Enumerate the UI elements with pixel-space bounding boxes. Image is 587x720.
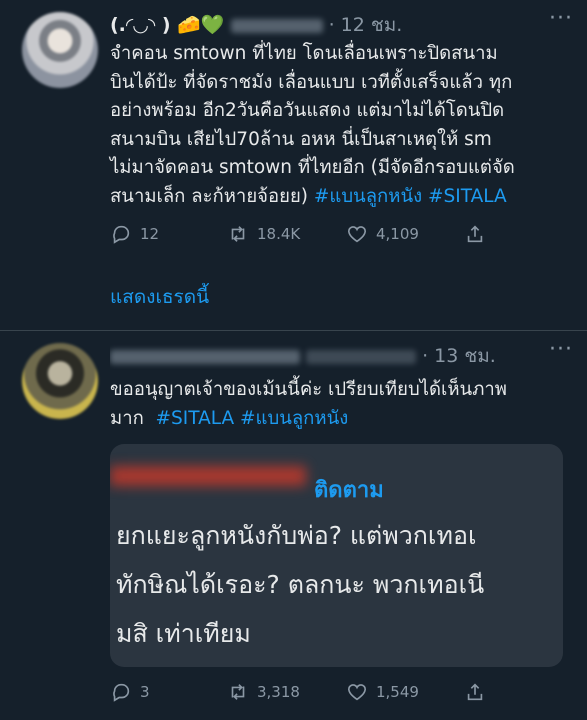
tweet-header: (.◜◡◝ ) 🧀💚 · 12 ชม. <box>110 10 547 38</box>
timestamp[interactable]: · 12 ชม. <box>329 14 403 36</box>
like-button[interactable]: 1,549 <box>346 681 419 703</box>
redacted-region <box>110 466 306 486</box>
share-icon <box>467 683 483 701</box>
blurred-display-name[interactable] <box>110 349 300 364</box>
blurred-handle <box>230 18 323 33</box>
hashtag-links[interactable]: #SITALA #แบนลูกหนัง <box>156 408 349 429</box>
tweet-text-body: จำคอน smtown ที่ไทย โดนเลื่อนเพราะปิดสนา… <box>110 43 515 207</box>
retweet-icon <box>231 226 245 242</box>
tweet-header: · 13 ชม. <box>110 341 547 369</box>
timestamp[interactable]: · 13 ชม. <box>422 345 496 367</box>
more-options-icon[interactable]: ··· <box>549 6 573 31</box>
image-text-line: ยกแยะลูกหนังกับพ่อ? แต่พวกเทอเ <box>116 521 477 550</box>
retweet-count: 18.4K <box>257 225 301 243</box>
display-name[interactable]: (.◜◡◝ ) 🧀💚 <box>110 14 224 36</box>
attached-image[interactable]: ติดตาม ยกแยะลูกหนังกับพ่อ? แต่พวกเทอเ ทั… <box>110 444 563 667</box>
hashtag-links[interactable]: #แบนลูกหนัง #SITALA <box>314 186 507 207</box>
reply-count: 3 <box>140 683 150 701</box>
retweet-count: 3,318 <box>257 683 300 701</box>
reply-button[interactable]: 3 <box>110 681 150 703</box>
reply-button[interactable]: 12 <box>110 223 159 245</box>
follow-label: ติดตาม <box>314 478 384 503</box>
tweet-actions: 3 3,318 1,549 <box>110 681 570 711</box>
share-button[interactable] <box>464 681 486 703</box>
more-options-icon[interactable]: ··· <box>549 337 573 362</box>
tweet-actions: 12 18.4K 4,109 <box>110 223 570 253</box>
retweet-icon <box>231 684 245 700</box>
image-text-line: ทักษิณได้เรอะ? ตลกนะ พวกเทอเนี <box>116 570 485 599</box>
avatar[interactable] <box>22 343 98 419</box>
share-icon <box>467 225 483 243</box>
reply-icon <box>113 225 130 244</box>
image-text-line: มสิ เท่าเทียม <box>116 619 251 648</box>
show-thread-link[interactable]: แสดงเธรดนี้ <box>110 282 209 312</box>
retweet-button[interactable]: 18.4K <box>227 223 300 245</box>
tweet-text: ขออนุญาตเจ้าของเม้นนี้ค่ะ เปรียบเทียบได้… <box>110 375 575 433</box>
tweet-1[interactable]: (.◜◡◝ ) 🧀💚 · 12 ชม. ··· จำคอน smtown ที่… <box>0 0 587 330</box>
heart-icon <box>347 684 367 701</box>
avatar[interactable] <box>22 12 98 88</box>
like-button[interactable]: 4,109 <box>346 223 419 245</box>
reply-icon <box>113 683 130 702</box>
retweet-button[interactable]: 3,318 <box>227 681 300 703</box>
reply-count: 12 <box>140 225 160 243</box>
tweet-2[interactable]: · 13 ชม. ··· ขออนุญาตเจ้าของเม้นนี้ค่ะ เ… <box>0 330 587 720</box>
like-count: 1,549 <box>376 683 419 701</box>
tweet-text: จำคอน smtown ที่ไทย โดนเลื่อนเพราะปิดสนา… <box>110 40 575 211</box>
blurred-handle <box>306 349 417 364</box>
like-count: 4,109 <box>376 225 419 243</box>
heart-icon <box>347 226 367 243</box>
share-button[interactable] <box>464 223 486 245</box>
